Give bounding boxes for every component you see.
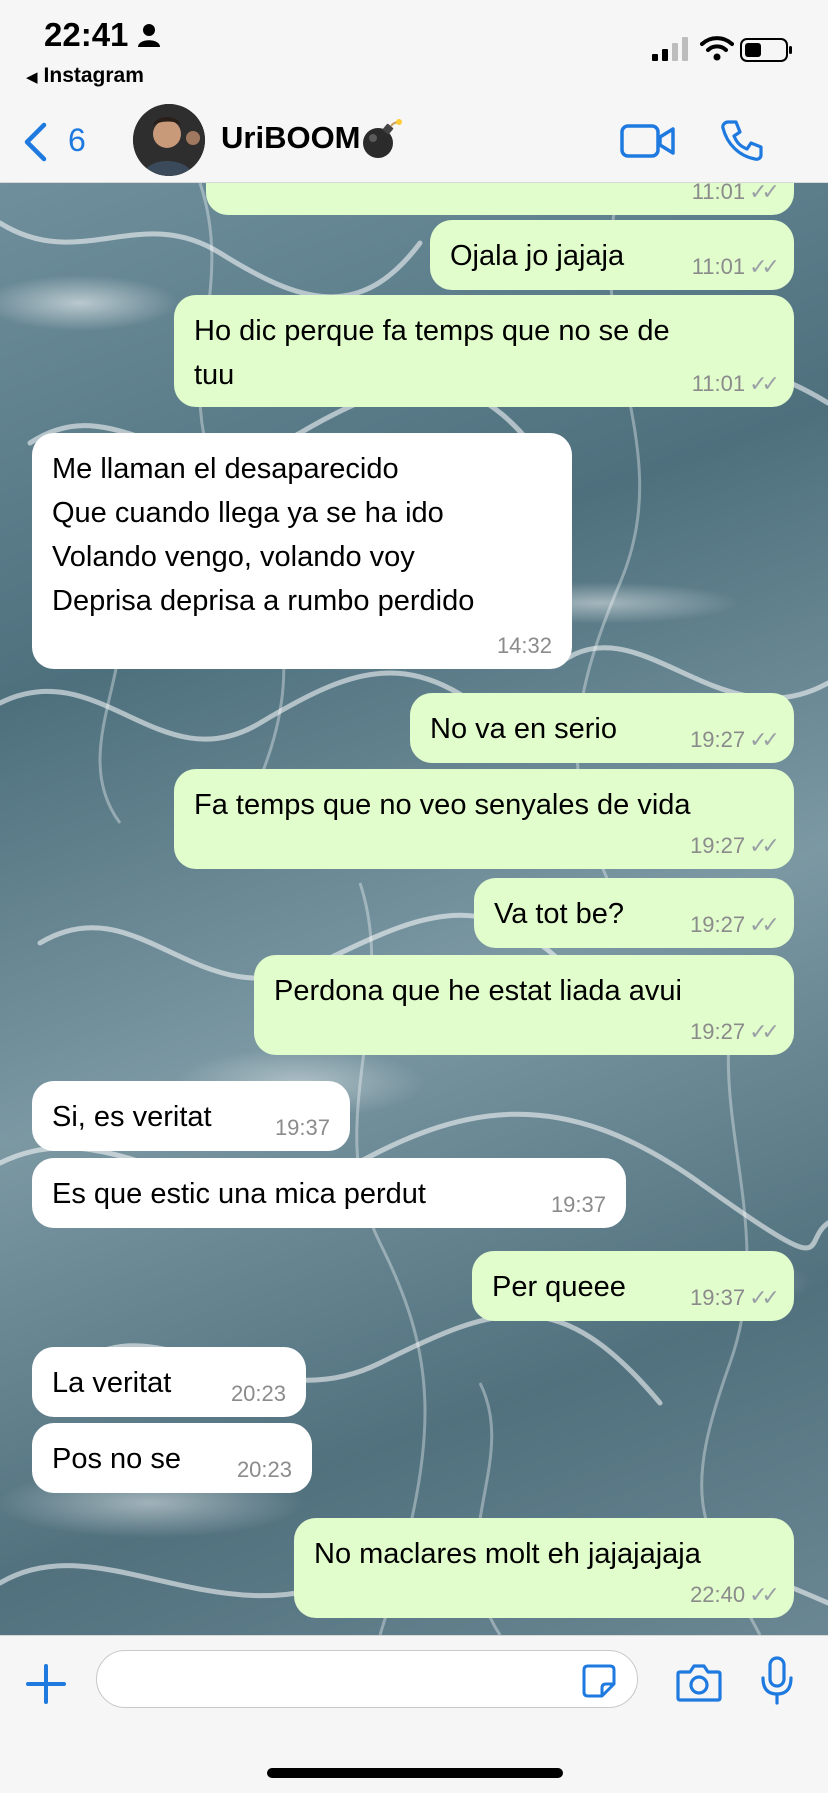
message-bubble-outgoing[interactable]: Va tot be? 19:27 ✓✓: [474, 878, 794, 948]
read-receipt-icon: ✓✓: [749, 912, 780, 937]
message-time: 14:32: [496, 633, 552, 658]
message-time: 19:37: [690, 1285, 746, 1310]
status-time: 22:41: [44, 16, 129, 53]
message-meta: 19:37 ✓✓: [690, 1285, 780, 1311]
message-time: 20:23: [230, 1381, 286, 1406]
wifi-icon: [700, 36, 734, 61]
message-meta: 19:27 ✓✓: [690, 727, 780, 753]
message-bubble-incoming[interactable]: Me llaman el desaparecido Que cuando lle…: [32, 433, 572, 669]
back-triangle-icon: ◀: [26, 69, 38, 86]
message-bubble-outgoing[interactable]: No va en serio 19:27 ✓✓: [410, 693, 794, 763]
message-time: 22:40: [690, 1582, 746, 1607]
message-text: Perdona que he estat liada avui: [274, 975, 682, 1007]
chat-area[interactable]: Ruuuuuu 11:01✓✓ Ojala jo jajaja 11:01✓✓ …: [0, 183, 828, 1635]
back-app-label: Instagram: [43, 64, 144, 87]
message-input[interactable]: [96, 1650, 638, 1708]
composer-bar: [0, 1635, 828, 1793]
chat-header: 6 UriBOOM: [0, 100, 828, 183]
avatar-photo: [133, 104, 205, 176]
message-text: Ho dic perque fa temps que no se de tuu: [194, 315, 670, 391]
voice-call-icon[interactable]: [720, 118, 764, 162]
read-receipt-icon: ✓✓: [749, 727, 780, 752]
read-receipt-icon: ✓✓: [749, 183, 780, 204]
message-bubble-incoming[interactable]: La veritat 20:23: [32, 1347, 306, 1417]
message-meta: 19:27 ✓✓: [690, 1019, 780, 1045]
bomb-icon: [363, 119, 402, 158]
sticker-icon[interactable]: [582, 1664, 616, 1698]
message-bubble-incoming[interactable]: Pos no se 20:23: [32, 1423, 312, 1493]
read-receipt-icon: ✓✓: [749, 254, 780, 279]
message-meta: 14:32: [497, 633, 552, 659]
video-call-icon[interactable]: [620, 122, 676, 160]
person-icon: [138, 24, 160, 47]
message-meta: 19:27 ✓✓: [690, 912, 780, 938]
message-text: Me llaman el desaparecido Que cuando lle…: [52, 453, 475, 617]
message-bubble-outgoing[interactable]: Fa temps que no veo senyales de vida 19:…: [174, 769, 794, 869]
read-receipt-icon: ✓✓: [749, 833, 780, 858]
back-to-app-link[interactable]: ◀ Instagram: [26, 64, 144, 88]
message-time: 19:27: [690, 727, 746, 752]
message-time: 19:27: [690, 1019, 746, 1044]
message-time: 19:37: [550, 1192, 606, 1217]
read-receipt-icon: ✓✓: [749, 1582, 780, 1607]
message-bubble-incoming[interactable]: Si, es veritat 19:37: [32, 1081, 350, 1151]
message-time: 19:37: [274, 1115, 330, 1140]
message-meta: 11:01 ✓✓: [691, 371, 780, 397]
message-text: Fa temps que no veo senyales de vida: [194, 789, 691, 821]
message-time: 19:27: [690, 833, 746, 858]
plus-icon[interactable]: [26, 1664, 66, 1704]
message-text: No maclares molt eh jajajajaja: [314, 1538, 701, 1570]
back-chevron-icon[interactable]: [22, 122, 48, 162]
message-meta: 11:01 ✓✓: [691, 183, 780, 205]
camera-icon[interactable]: [676, 1662, 722, 1702]
message-bubble-outgoing[interactable]: Per queee 19:37 ✓✓: [472, 1251, 794, 1321]
home-indicator[interactable]: [267, 1768, 563, 1778]
message-bubble-outgoing[interactable]: Ho dic perque fa temps que no se de tuu …: [174, 295, 794, 407]
message-meta: 19:37: [275, 1115, 330, 1141]
message-text: Es que estic una mica perdut: [52, 1178, 426, 1210]
message-meta: 11:01 ✓✓: [691, 254, 780, 280]
message-time: 20:23: [236, 1457, 292, 1482]
unread-chats-count[interactable]: 6: [68, 122, 86, 159]
battery-icon: [740, 38, 792, 62]
microphone-icon[interactable]: [760, 1656, 794, 1706]
message-meta: 19:27 ✓✓: [690, 833, 780, 859]
message-bubble-outgoing[interactable]: Ruuuuuu 11:01✓✓: [206, 183, 794, 215]
status-bar: 22:41 ◀ Instagram: [0, 0, 828, 100]
message-time: 11:01: [691, 183, 746, 204]
cellular-signal-icon: [652, 37, 688, 61]
message-time: 19:27: [690, 912, 746, 937]
read-receipt-icon: ✓✓: [749, 1019, 780, 1044]
message-bubble-incoming[interactable]: Es que estic una mica perdut 19:37: [32, 1158, 626, 1228]
read-receipt-icon: ✓✓: [749, 371, 780, 396]
message-time: 11:01: [691, 371, 746, 396]
contact-name[interactable]: UriBOOM: [221, 120, 361, 156]
message-time: 11:01: [691, 254, 746, 279]
contact-avatar[interactable]: [133, 104, 205, 176]
message-meta: 22:40 ✓✓: [690, 1582, 780, 1608]
message-bubble-outgoing[interactable]: Perdona que he estat liada avui 19:27 ✓✓: [254, 955, 794, 1055]
message-meta: 20:23: [237, 1457, 292, 1483]
message-bubble-outgoing[interactable]: Ojala jo jajaja 11:01 ✓✓: [430, 220, 794, 290]
read-receipt-icon: ✓✓: [749, 1285, 780, 1310]
message-bubble-outgoing[interactable]: No maclares molt eh jajajajaja 22:40 ✓✓: [294, 1518, 794, 1618]
message-meta: 19:37: [551, 1192, 606, 1218]
message-meta: 20:23: [231, 1381, 286, 1407]
